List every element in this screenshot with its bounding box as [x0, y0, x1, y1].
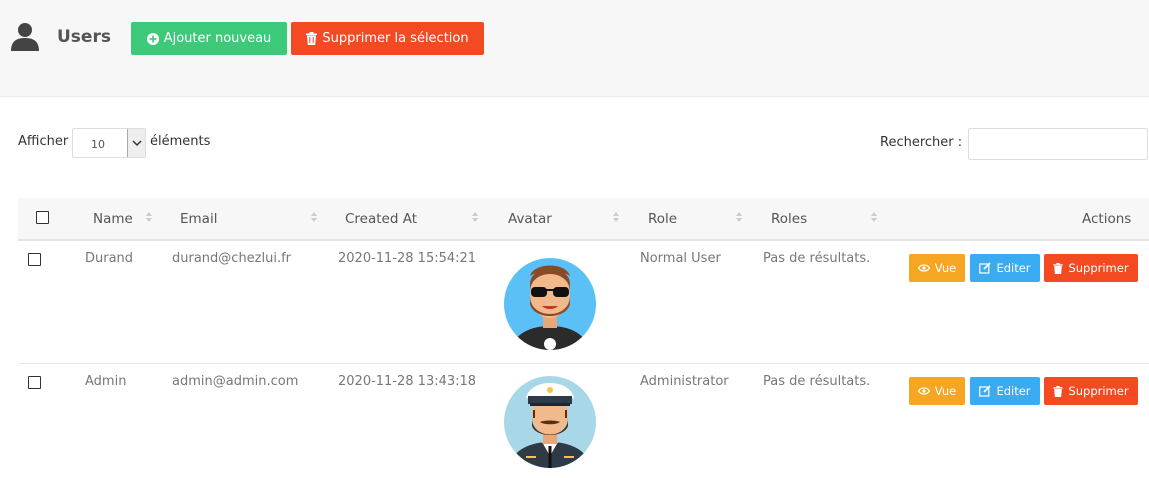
cell-roles: Pas de résultats.: [763, 374, 871, 389]
row-divider: [18, 363, 1149, 364]
chevron-down-icon: [127, 129, 145, 157]
trash-icon: [1053, 385, 1064, 397]
eye-icon: [917, 264, 930, 272]
cell-email: durand@chezlui.fr: [172, 251, 292, 266]
cell-roles: Pas de résultats.: [763, 251, 871, 266]
page-length-select[interactable]: 10: [72, 128, 146, 158]
eye-icon: [917, 387, 930, 395]
plus-circle-icon: [146, 32, 159, 45]
delete-button[interactable]: Supprimer: [1044, 377, 1138, 405]
delete-button[interactable]: Supprimer: [1044, 254, 1138, 282]
cell-created-at: 2020-11-28 13:43:18: [338, 374, 477, 389]
page-title: Users: [57, 27, 111, 47]
avatar: [504, 258, 596, 350]
trash-icon: [1053, 262, 1064, 274]
column-header-roles[interactable]: Roles: [771, 211, 807, 227]
length-suffix: éléments: [150, 134, 211, 149]
column-header-email[interactable]: Email: [180, 211, 217, 227]
edit-icon: [979, 385, 992, 397]
delete-selection-label: Supprimer la sélection: [322, 31, 469, 46]
table-header: Name Email Created At Avatar Role Roles …: [18, 198, 1149, 241]
cell-created-at: 2020-11-28 15:54:21: [338, 251, 477, 266]
column-header-role[interactable]: Role: [648, 211, 677, 227]
sort-icon[interactable]: [612, 211, 620, 223]
column-header-actions: Actions: [1082, 211, 1132, 227]
page-header: Users Ajouter nouveau Supprimer la sélec…: [0, 0, 1149, 97]
user-icon: [11, 23, 39, 51]
row-checkbox[interactable]: [28, 376, 41, 389]
sort-icon[interactable]: [870, 211, 878, 223]
view-button[interactable]: Vue: [909, 377, 965, 405]
column-header-name[interactable]: Name: [93, 211, 133, 227]
row-checkbox[interactable]: [28, 253, 41, 266]
cell-role: Normal User: [640, 251, 721, 266]
edit-icon: [979, 262, 992, 274]
avatar: [504, 376, 596, 468]
sort-icon[interactable]: [145, 211, 153, 223]
column-header-avatar[interactable]: Avatar: [508, 211, 552, 227]
cell-email: admin@admin.com: [172, 374, 299, 389]
cell-role: Administrator: [640, 374, 729, 389]
sort-icon[interactable]: [735, 211, 743, 223]
select-all-checkbox[interactable]: [36, 211, 49, 224]
view-button[interactable]: Vue: [909, 254, 965, 282]
edit-button[interactable]: Editer: [970, 254, 1040, 282]
column-header-created-at[interactable]: Created At: [345, 211, 417, 227]
add-new-label: Ajouter nouveau: [163, 31, 272, 46]
page-length-value: 10: [91, 138, 105, 151]
search-label: Rechercher :: [880, 135, 963, 150]
delete-selection-button[interactable]: Supprimer la sélection: [291, 22, 484, 55]
sort-icon[interactable]: [471, 211, 479, 223]
cell-name: Admin: [85, 374, 127, 389]
edit-button[interactable]: Editer: [970, 377, 1040, 405]
trash-icon: [306, 32, 318, 45]
cell-name: Durand: [85, 251, 134, 266]
search-input[interactable]: [968, 128, 1148, 160]
sort-icon[interactable]: [310, 211, 318, 223]
add-new-button[interactable]: Ajouter nouveau: [131, 22, 287, 55]
length-label: Afficher: [18, 134, 69, 149]
